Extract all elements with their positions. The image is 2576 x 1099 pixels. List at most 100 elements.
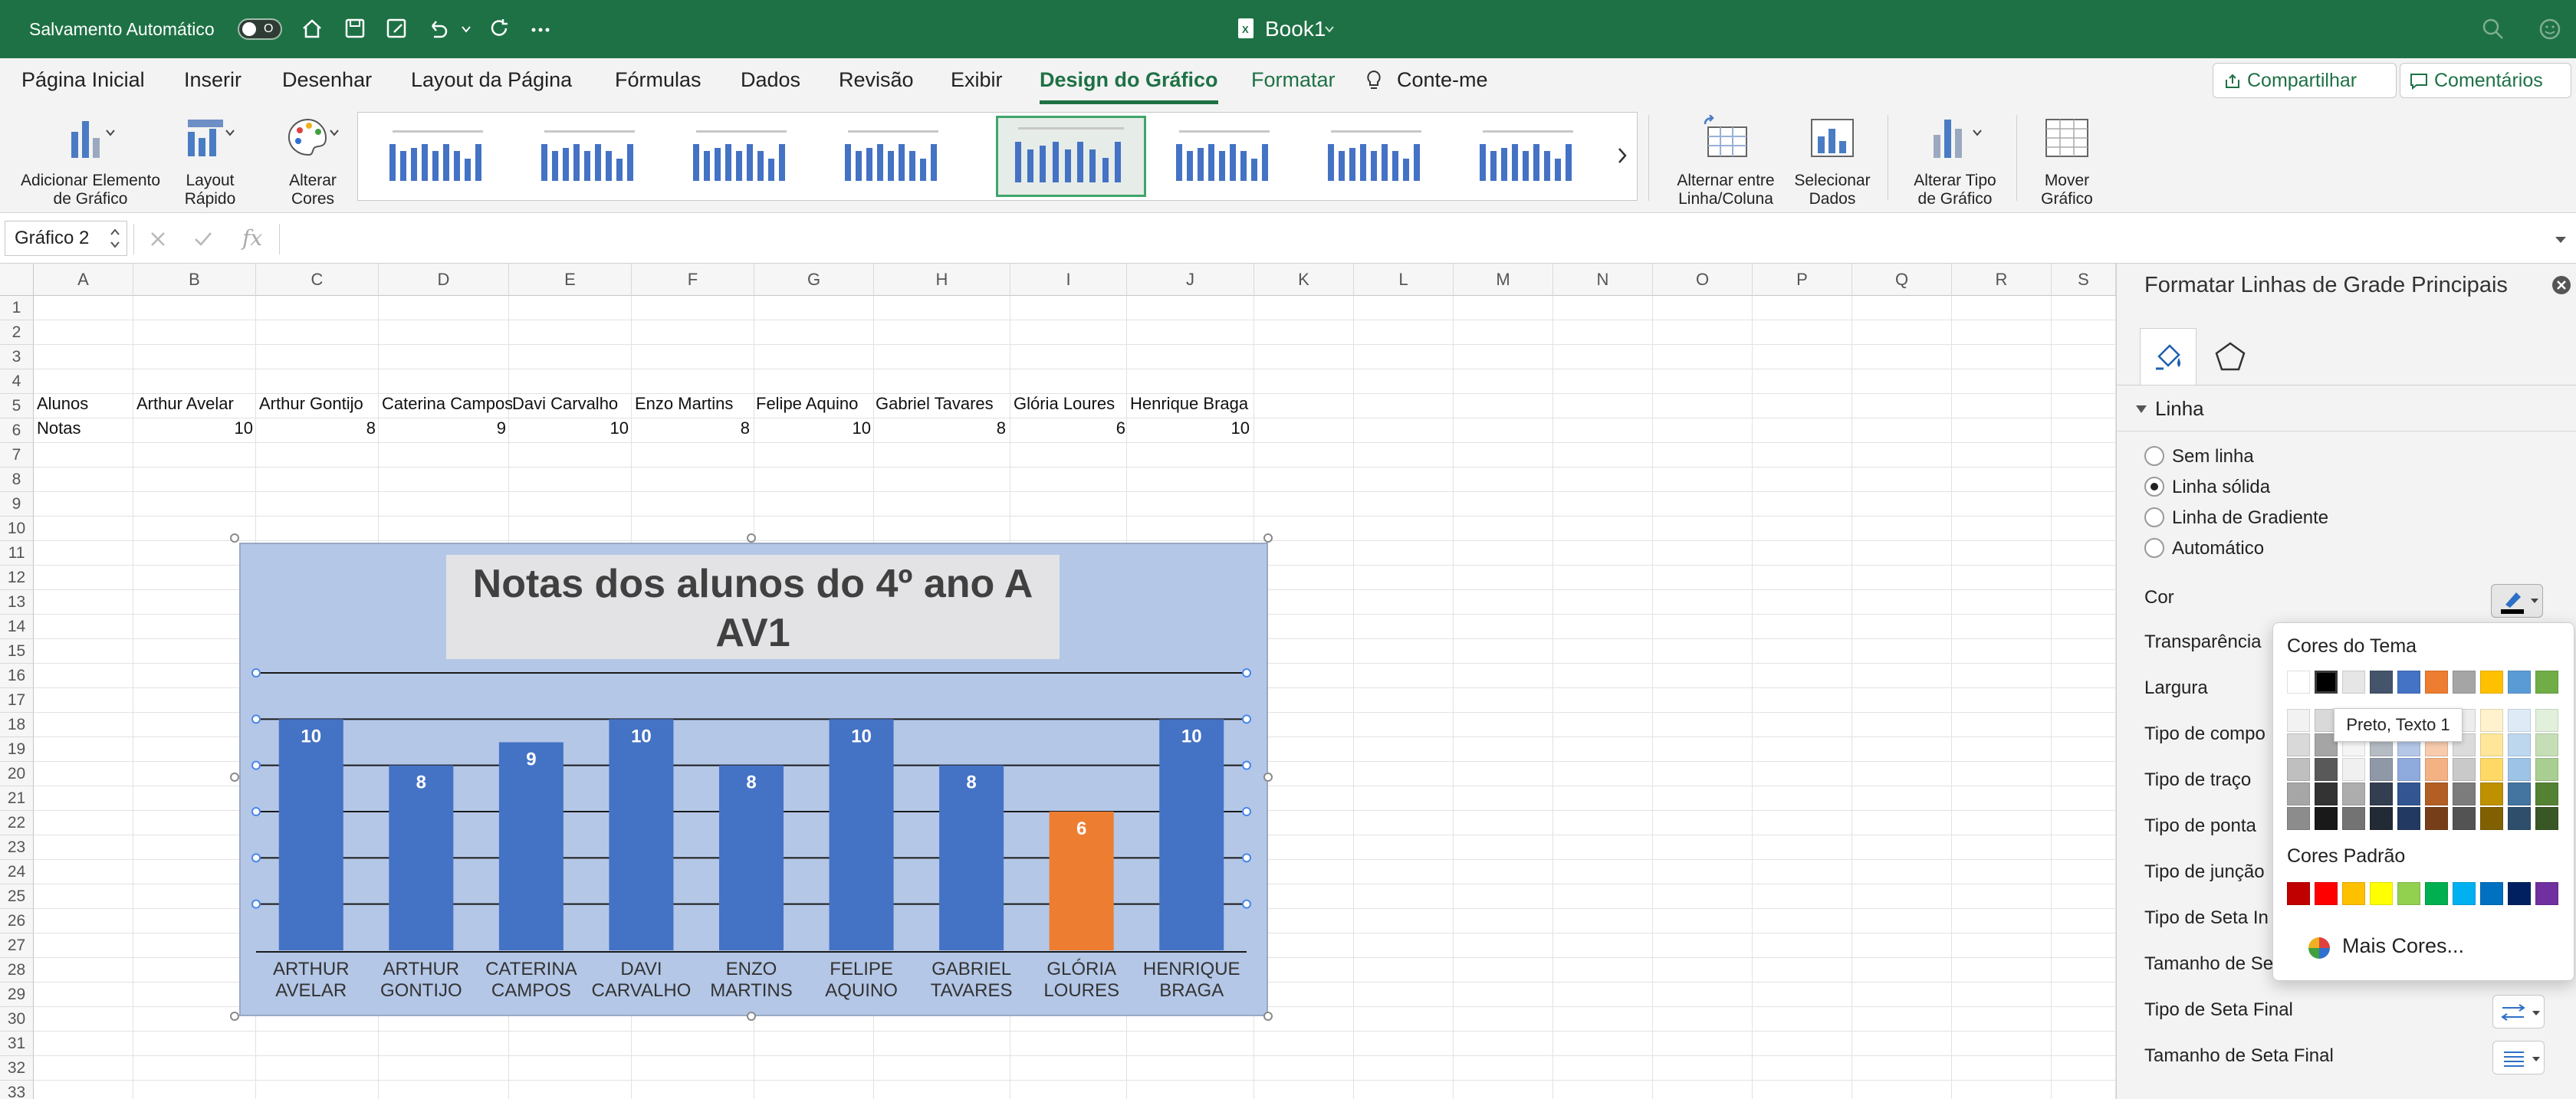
color-picker-button[interactable]	[2491, 584, 2543, 618]
theme-swatch-10[interactable]	[2535, 671, 2558, 694]
row-header-16[interactable]: 16	[0, 664, 34, 688]
standard-swatch-2[interactable]	[2315, 882, 2338, 905]
undo-dropdown-icon[interactable]	[460, 23, 472, 35]
confirm-entry-icon[interactable]	[193, 230, 213, 248]
row-header-26[interactable]: 26	[0, 909, 34, 933]
insert-function-icon[interactable]: fx	[242, 225, 262, 251]
column-header-h[interactable]: H	[874, 264, 1010, 296]
column-header-j[interactable]: J	[1127, 264, 1254, 296]
end-arrow-type-button[interactable]	[2492, 995, 2545, 1028]
theme-shade-5-4[interactable]	[2397, 782, 2420, 805]
column-header-c[interactable]: C	[256, 264, 379, 296]
row-header-28[interactable]: 28	[0, 958, 34, 983]
theme-shade-10-2[interactable]	[2535, 733, 2558, 756]
bar-4[interactable]	[609, 719, 674, 950]
theme-swatch-9[interactable]	[2508, 671, 2531, 694]
gridline-handle-left[interactable]	[251, 853, 261, 863]
gridline-handle-right[interactable]	[1242, 668, 1251, 677]
theme-swatch-2[interactable]	[2315, 671, 2338, 694]
row-header-23[interactable]: 23	[0, 835, 34, 860]
cell-f5[interactable]: Enzo Martins	[635, 394, 753, 414]
tab-review[interactable]: Revisão	[839, 58, 914, 104]
column-header-g[interactable]: G	[754, 264, 874, 296]
column-header-i[interactable]: I	[1010, 264, 1127, 296]
column-header-p[interactable]: P	[1753, 264, 1852, 296]
row-header-22[interactable]: 22	[0, 811, 34, 835]
theme-shade-4-5[interactable]	[2370, 807, 2393, 830]
column-header-s[interactable]: S	[2052, 264, 2116, 296]
radio-no-line[interactable]	[2144, 446, 2164, 466]
theme-shade-7-4[interactable]	[2453, 782, 2476, 805]
column-header-a[interactable]: A	[34, 264, 133, 296]
tab-draw[interactable]: Desenhar	[282, 58, 372, 104]
add-chart-element-button[interactable]: Adicionar Elemento de Gráfico	[14, 115, 167, 208]
cell-c6[interactable]: 8	[259, 418, 376, 438]
autosave-toggle[interactable]: O	[238, 18, 282, 40]
tab-chart-design[interactable]: Design do Gráfico	[1040, 58, 1218, 104]
standard-swatch-5[interactable]	[2397, 882, 2420, 905]
change-colors-button[interactable]: Alterar Cores	[276, 115, 350, 208]
theme-shade-3-5[interactable]	[2342, 807, 2365, 830]
radio-solid-line[interactable]	[2144, 477, 2164, 497]
row-header-29[interactable]: 29	[0, 983, 34, 1007]
row-header-33[interactable]: 33	[0, 1081, 34, 1099]
end-arrow-size-button[interactable]	[2492, 1041, 2545, 1074]
column-header-l[interactable]: L	[1354, 264, 1454, 296]
theme-swatch-7[interactable]	[2453, 671, 2476, 694]
switch-row-column-button[interactable]: Alternar entre Linha/Coluna	[1661, 114, 1791, 208]
gridline-handle-left[interactable]	[251, 760, 261, 770]
cell-c5[interactable]: Arthur Gontijo	[259, 394, 377, 414]
chart-resize-handle[interactable]	[1263, 773, 1273, 782]
theme-shade-4-3[interactable]	[2370, 758, 2393, 781]
gridline-handle-right[interactable]	[1242, 853, 1251, 863]
cell-b6[interactable]: 10	[136, 418, 253, 438]
cell-e6[interactable]: 10	[512, 418, 629, 438]
gridline-handle-right[interactable]	[1242, 714, 1251, 724]
comments-button[interactable]: Comentários	[2400, 63, 2571, 98]
tab-tell-me[interactable]: Conte-me	[1397, 58, 1488, 104]
cell-d6[interactable]: 9	[382, 418, 506, 438]
theme-swatch-4[interactable]	[2370, 671, 2393, 694]
theme-shade-6-3[interactable]	[2425, 758, 2448, 781]
bar-9[interactable]	[1159, 719, 1224, 950]
theme-shade-1-1[interactable]	[2287, 709, 2310, 732]
cell-i6[interactable]: 6	[1014, 418, 1125, 438]
chart-style-4[interactable]	[827, 120, 959, 194]
save-as-icon[interactable]	[385, 17, 408, 40]
column-header-f[interactable]: F	[632, 264, 754, 296]
chart-resize-handle[interactable]	[230, 1012, 239, 1021]
chart-style-2[interactable]	[524, 120, 656, 194]
theme-shade-8-2[interactable]	[2480, 733, 2503, 756]
theme-shade-10-4[interactable]	[2535, 782, 2558, 805]
chart-resize-handle[interactable]	[230, 773, 239, 782]
bar-2[interactable]	[389, 765, 454, 950]
chart-resize-handle[interactable]	[747, 1012, 756, 1021]
bar-1[interactable]	[278, 719, 343, 950]
chart-style-8[interactable]	[1462, 120, 1594, 194]
theme-shade-3-4[interactable]	[2342, 782, 2365, 805]
cell-e5[interactable]: Davi Carvalho	[512, 394, 630, 414]
row-header-6[interactable]: 6	[0, 418, 34, 443]
change-chart-type-button[interactable]: Alterar Tipo de Gráfico	[1901, 115, 2009, 208]
theme-shade-8-5[interactable]	[2480, 807, 2503, 830]
gridline-handle-left[interactable]	[251, 807, 261, 816]
cell-i5[interactable]: Glória Loures	[1014, 394, 1129, 414]
theme-shade-9-5[interactable]	[2508, 807, 2531, 830]
theme-shade-8-3[interactable]	[2480, 758, 2503, 781]
column-header-m[interactable]: M	[1454, 264, 1553, 296]
gridline-handle-right[interactable]	[1242, 760, 1251, 770]
section-line-title[interactable]: Linha	[2155, 397, 2204, 421]
gridline-handle-right[interactable]	[1242, 807, 1251, 816]
column-header-r[interactable]: R	[1952, 264, 2052, 296]
row-header-27[interactable]: 27	[0, 933, 34, 958]
cell-h6[interactable]: 8	[876, 418, 1006, 438]
theme-shade-9-4[interactable]	[2508, 782, 2531, 805]
tab-page-layout[interactable]: Layout da Página	[411, 58, 572, 104]
theme-shade-7-5[interactable]	[2453, 807, 2476, 830]
cell-j5[interactable]: Henrique Braga	[1130, 394, 1253, 414]
column-header-o[interactable]: O	[1653, 264, 1753, 296]
row-header-21[interactable]: 21	[0, 786, 34, 811]
standard-swatch-6[interactable]	[2425, 882, 2448, 905]
tab-format[interactable]: Formatar	[1251, 58, 1336, 104]
bar-5[interactable]	[719, 765, 784, 950]
